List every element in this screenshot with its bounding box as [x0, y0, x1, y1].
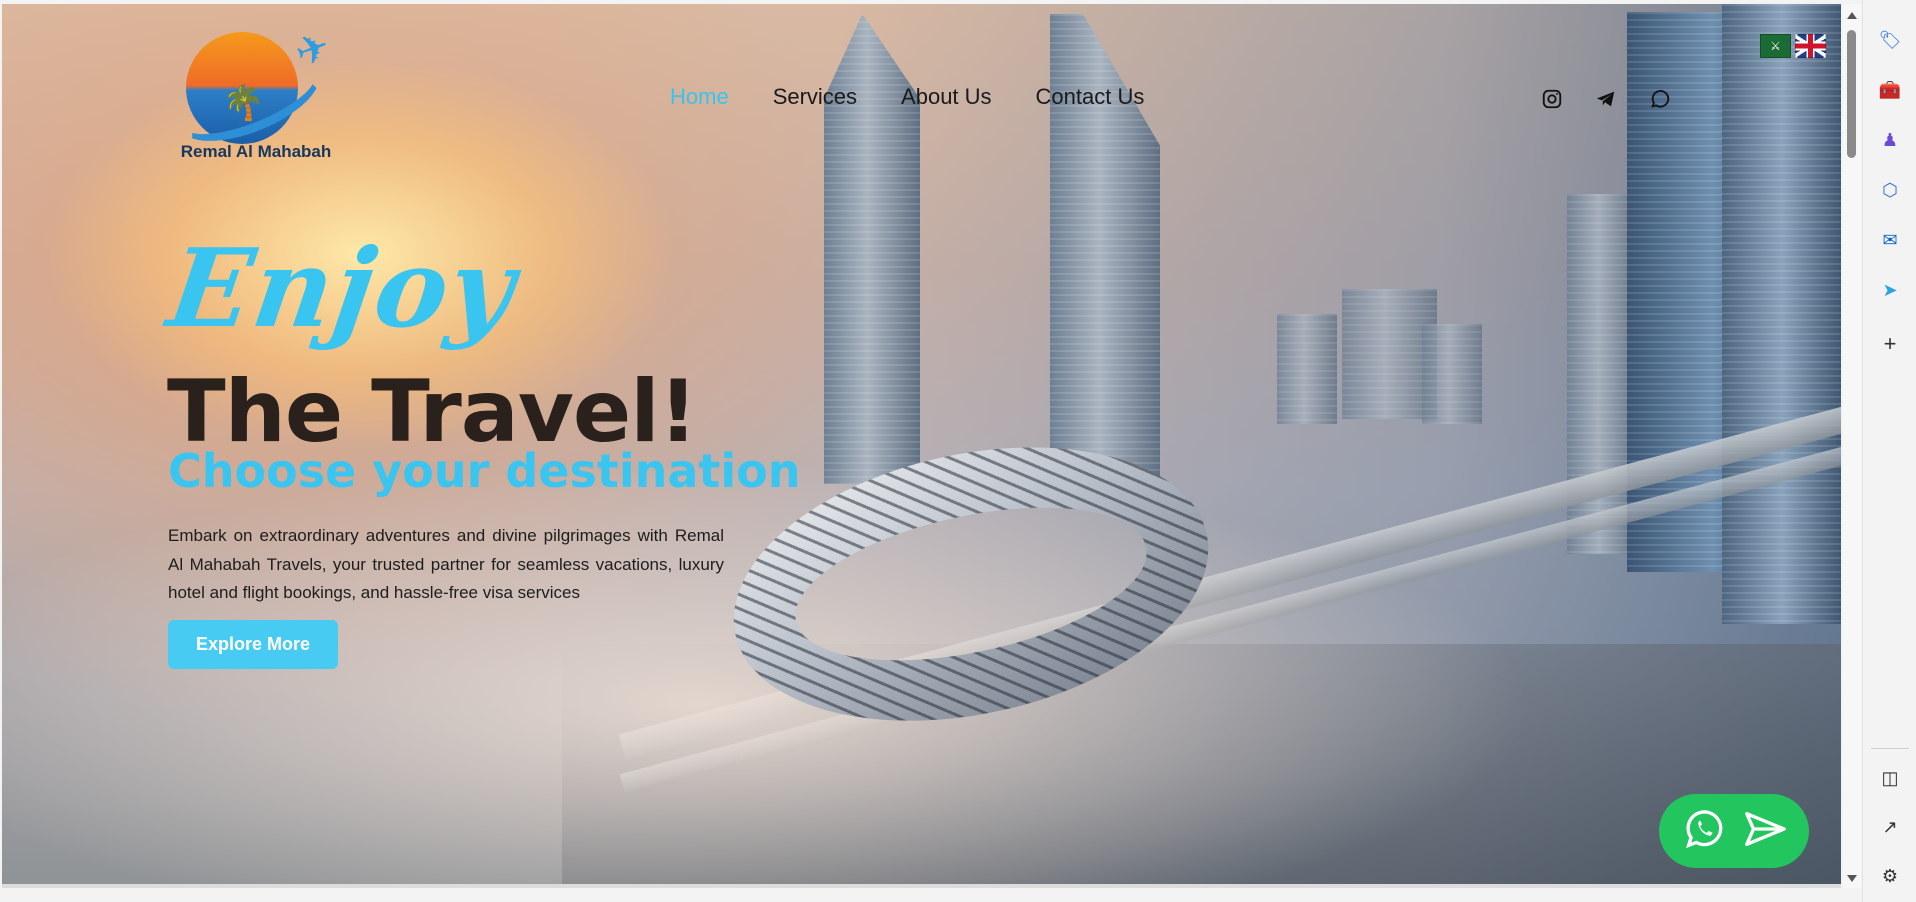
- skyscraper: [1277, 314, 1337, 424]
- skyscraper: [1422, 324, 1482, 424]
- browser-sidebar: 🏷 🧰 ♟ ⬡ ✉ ➤ + ◫ ↗ ⚙: [1862, 0, 1916, 902]
- brand-logo[interactable]: 🌴 ✈ Remal Al Mahabah: [167, 24, 344, 170]
- hero-description: Embark on extraordinary adventures and d…: [168, 526, 724, 602]
- outlook-icon[interactable]: ✉: [1878, 228, 1902, 252]
- add-icon[interactable]: +: [1878, 332, 1902, 356]
- people-icon[interactable]: ♟: [1878, 128, 1902, 152]
- whatsapp-icon[interactable]: [1648, 87, 1672, 111]
- scrollbar-thumb[interactable]: [1847, 30, 1856, 158]
- split-screen-icon[interactable]: ◫: [1878, 766, 1902, 790]
- page-scrollbar[interactable]: [1843, 4, 1861, 888]
- language-switcher: ⚔: [1760, 34, 1826, 58]
- english-flag-icon[interactable]: [1795, 34, 1826, 58]
- sidebar-divider: [1871, 748, 1909, 749]
- scroll-up-arrow-icon[interactable]: [1847, 12, 1857, 19]
- instagram-icon[interactable]: [1540, 87, 1564, 111]
- nav-about-us[interactable]: About Us: [901, 84, 992, 110]
- brand-name: Remal Al Mahabah: [180, 142, 332, 161]
- main-nav: Home Services About Us Contact Us: [670, 84, 1144, 110]
- nav-home[interactable]: Home: [670, 84, 729, 110]
- scroll-down-arrow-icon[interactable]: [1847, 875, 1857, 882]
- nav-contact-us[interactable]: Contact Us: [1036, 84, 1145, 110]
- hero-section: 🌴 ✈ Remal Al Mahabah Home Services About…: [2, 4, 1841, 888]
- page-bottom-edge: [2, 884, 1841, 888]
- send-icon[interactable]: [1742, 806, 1788, 857]
- send-icon[interactable]: ➤: [1878, 278, 1902, 302]
- telegram-icon[interactable]: [1594, 87, 1618, 111]
- tag-icon[interactable]: 🏷: [1878, 28, 1902, 52]
- toolbox-icon[interactable]: 🧰: [1878, 78, 1902, 102]
- floating-contact-widget: [1659, 794, 1809, 868]
- hero-script-word: Enjoy: [161, 226, 524, 352]
- whatsapp-icon[interactable]: [1681, 806, 1727, 857]
- settings-icon[interactable]: ⚙: [1878, 864, 1902, 888]
- open-external-icon[interactable]: ↗: [1878, 815, 1902, 839]
- arabic-flag-icon[interactable]: ⚔: [1760, 34, 1791, 58]
- palm-tree-icon: 🌴: [222, 84, 265, 122]
- copilot-icon[interactable]: ⬡: [1878, 178, 1902, 202]
- explore-more-button[interactable]: Explore More: [168, 620, 338, 669]
- nav-services[interactable]: Services: [773, 84, 857, 110]
- hero-subheadline: Choose your destination: [168, 444, 801, 498]
